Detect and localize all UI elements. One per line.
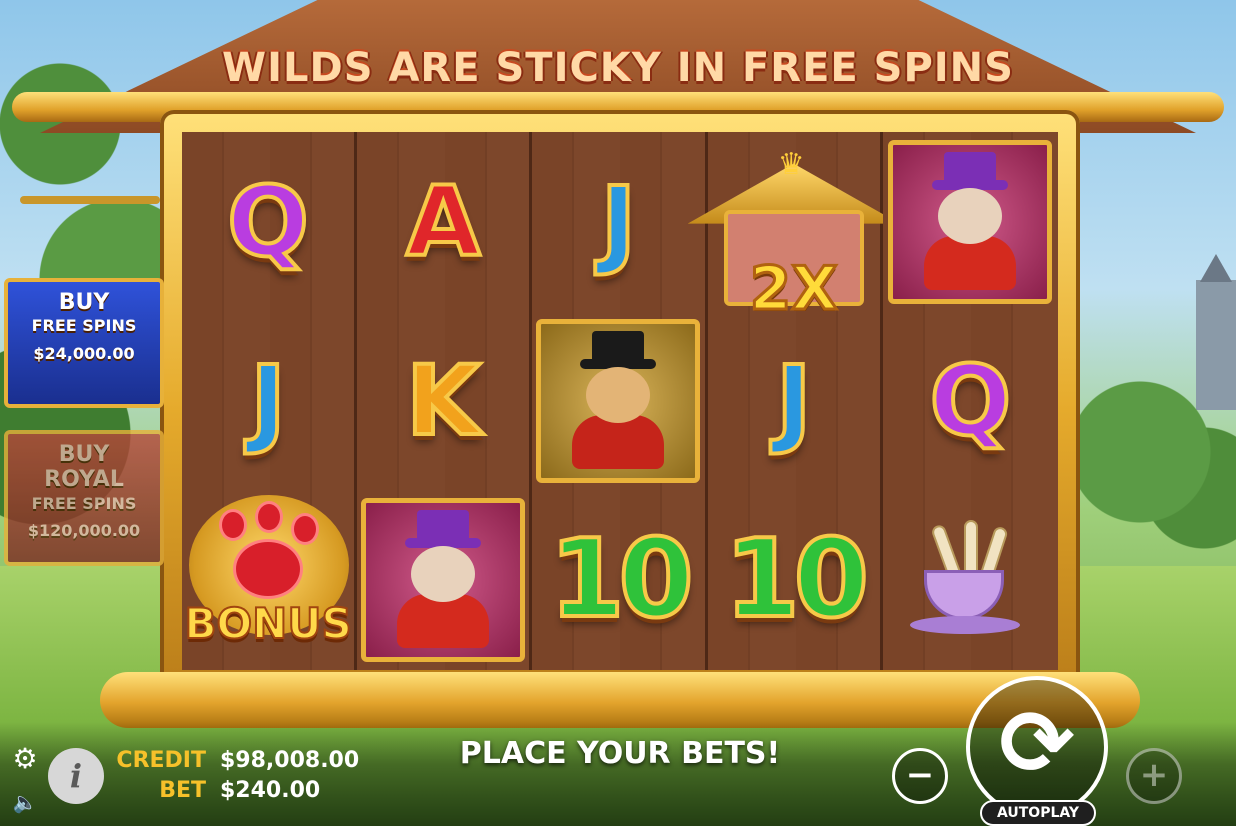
reel-cell: A xyxy=(357,132,533,312)
teacup-bones-icon xyxy=(910,520,1030,640)
increase-bet-button[interactable]: + xyxy=(1126,748,1182,804)
symbol-j: J xyxy=(599,165,639,278)
symbol-10: 10 xyxy=(547,517,695,643)
reel-cell: K xyxy=(357,311,533,491)
credit-label: CREDIT xyxy=(116,748,206,773)
trees-right xyxy=(1076,380,1236,560)
decrease-bet-button[interactable]: − xyxy=(892,748,948,804)
pug-symbol xyxy=(536,318,701,483)
symbol-q: Q xyxy=(928,344,1014,457)
reel-grid: Q A J ♛ 2X J K J Q BONUS 10 10 xyxy=(182,132,1058,670)
reel-cell xyxy=(882,132,1058,312)
spin-button[interactable]: ⟳ xyxy=(966,676,1108,818)
speaker-icon[interactable]: 🔈 xyxy=(12,790,38,814)
reel-cell: J xyxy=(182,311,358,491)
yorkie-dog-icon xyxy=(910,151,1030,292)
reel-cell xyxy=(357,490,533,670)
reel-cell: ♛ 2X xyxy=(687,132,900,325)
crown-icon: ♛ xyxy=(777,146,805,182)
buy-royal-line1: BUY xyxy=(58,442,110,467)
pug-dog-icon xyxy=(558,330,678,471)
yorkie-symbol xyxy=(361,498,526,663)
buy-free-price: $24,000.00 xyxy=(33,343,135,363)
reel-cell: J xyxy=(532,132,708,312)
bet-label: BET xyxy=(159,778,206,803)
symbol-j: J xyxy=(248,344,288,457)
symbol-a: A xyxy=(404,165,482,278)
bet-value: $240.00 xyxy=(220,778,321,803)
info-icon[interactable]: i xyxy=(48,748,104,804)
reel-cell: BONUS xyxy=(182,490,358,670)
status-message: PLACE YOUR BETS! xyxy=(459,736,781,771)
reel-cell: Q xyxy=(882,311,1058,491)
buy-royal-line2: ROYAL xyxy=(44,467,124,493)
buy-free-line1: BUY xyxy=(58,290,110,315)
sign-rod xyxy=(20,196,160,204)
reel-cell: Q xyxy=(182,132,358,312)
symbol-k: K xyxy=(404,344,482,457)
buy-free-spins-button[interactable]: BUY FREE SPINS $24,000.00 xyxy=(4,278,164,408)
symbol-q: Q xyxy=(225,165,311,278)
bonus-symbol: BONUS xyxy=(183,495,353,665)
bonus-label: BONUS xyxy=(183,598,352,649)
doghouse-wild-symbol: ♛ 2X xyxy=(687,134,900,325)
credit-value: $98,008.00 xyxy=(220,748,360,773)
gear-icon[interactable]: ⚙ xyxy=(10,744,40,774)
reel-cell: J xyxy=(707,311,883,491)
symbol-j: J xyxy=(774,344,814,457)
yorkie-symbol xyxy=(888,139,1053,304)
yorkie-dog-icon xyxy=(383,510,503,650)
reel-cell: 10 xyxy=(707,490,883,670)
buy-free-line2: FREE SPINS xyxy=(31,316,137,336)
buy-royal-line3: FREE SPINS xyxy=(31,493,137,513)
autoplay-button[interactable]: AUTOPLAY xyxy=(980,800,1096,826)
buy-royal-price: $120,000.00 xyxy=(27,520,141,540)
buy-royal-free-spins-button[interactable]: BUY ROYAL FREE SPINS $120,000.00 xyxy=(4,430,164,566)
symbol-10: 10 xyxy=(723,517,871,643)
reel-cell xyxy=(882,490,1058,670)
feature-banner: WILDS ARE STICKY IN FREE SPINS xyxy=(222,45,1014,91)
reel-cell: 10 xyxy=(532,490,708,670)
reel-cell xyxy=(532,311,708,491)
